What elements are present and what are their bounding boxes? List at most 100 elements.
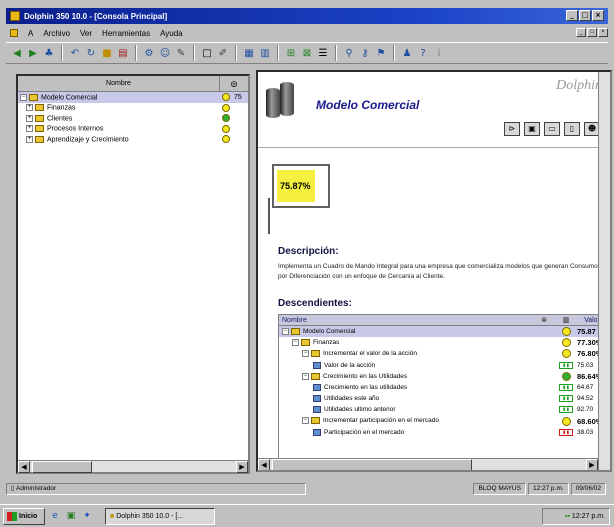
detail-hscrollbar[interactable]: ◀ ▶ [258, 458, 598, 470]
info-icon[interactable]: ℹ [432, 46, 446, 60]
list-dropdown-icon[interactable]: ☰ [316, 46, 330, 60]
row-name-cell: − Crecimiento en las Utilidades [279, 372, 555, 380]
trend-header-icon[interactable]: ▥ [555, 315, 577, 325]
tree-row[interactable]: + Clientes [18, 113, 248, 124]
bar-indicator-icon: ▮▮ [559, 428, 573, 436]
table-row[interactable]: Participación en el mercado ▮▮ 38.03 [279, 427, 607, 438]
new-icon[interactable]: □ [200, 46, 214, 60]
status-light-icon [222, 124, 230, 133]
help-icon[interactable]: ? [416, 46, 430, 60]
expand-icon[interactable]: + [26, 125, 33, 133]
back-arrow-icon[interactable]: ◀ [10, 46, 24, 60]
scroll-left-icon[interactable]: ◀ [258, 459, 270, 470]
table-row[interactable]: Crecimiento en las utilidades ▮▮ 64.67 [279, 382, 607, 393]
table-row[interactable]: Valor de la acción ▮▮ 75.03 [279, 360, 607, 371]
descendants-table[interactable]: Nombre ⊜ ▥ Valor − Modelo Comercial 75.87 … [278, 314, 608, 464]
tree-hscrollbar[interactable]: ◀ ▶ [18, 460, 248, 473]
kpi-gauge[interactable]: 75.87% [272, 164, 330, 208]
matrix-icon[interactable]: ⊠ [300, 46, 314, 60]
header-name[interactable]: Nombre [279, 315, 533, 325]
status-light-icon [561, 416, 571, 426]
tree-pane[interactable]: Nombre ⊜ − Modelo Comercial 75 + Finanzas + Cl… [16, 74, 250, 474]
table-row[interactable]: Utilidades ultimo anterior ▮▮ 92.70 [279, 404, 607, 415]
table-row[interactable]: − Crecimiento en las Utilidades 86.64% [279, 371, 607, 382]
menu-archivo[interactable]: Archivo [43, 29, 70, 38]
collapse-icon[interactable]: − [302, 372, 309, 380]
collapse-icon[interactable]: − [292, 339, 299, 347]
refresh-icon[interactable]: ↻ [84, 46, 98, 60]
folder-icon [311, 350, 320, 358]
collapse-icon[interactable]: − [282, 327, 289, 335]
taskbar-app-button[interactable]: ■ Dolphin 350 10.0 - [... [105, 507, 215, 525]
maximize-button[interactable]: □ [579, 10, 591, 21]
collapse-icon[interactable]: − [302, 417, 309, 425]
scroll-thumb[interactable] [272, 459, 472, 470]
child-close-button[interactable]: × [598, 28, 608, 37]
tree-row[interactable]: + Aprendizaje y Crecimiento [18, 134, 248, 145]
detail-pane[interactable]: Modelo Comercial Dolphin ⊳ ▣ ▭ ▯ ☻ 75.87… [256, 70, 612, 472]
collapse-icon[interactable]: − [20, 93, 27, 101]
tree-row[interactable]: + Finanzas [18, 103, 248, 114]
menu-ayuda[interactable]: Ayuda [160, 29, 183, 38]
status-light-icon [222, 103, 230, 112]
child-maximize-button[interactable]: □ [587, 28, 597, 37]
folder-open-icon[interactable]: ▭ [544, 122, 560, 136]
scroll-thumb[interactable] [32, 461, 92, 473]
expand-icon[interactable]: + [26, 114, 33, 122]
chart-icon[interactable]: ▤ [116, 46, 130, 60]
folder-icon[interactable]: ■ [100, 46, 114, 60]
document-icon[interactable]: ▯ [564, 122, 580, 136]
row-name-cell: − Modelo Comercial [279, 327, 555, 335]
browser-icon[interactable]: e [49, 510, 61, 522]
tree-icon[interactable]: ♣ [42, 46, 56, 60]
table-icon[interactable]: ⊞ [284, 46, 298, 60]
filter-icon[interactable]: ⚑ [374, 46, 388, 60]
description-text: Implementa un Cuadro de Mando Integral p… [278, 263, 598, 280]
history-icon[interactable]: ⊳ [504, 122, 520, 136]
minimize-button[interactable]: _ [566, 10, 578, 21]
table-row[interactable]: − Incrementar el valor de la acción 76.80% [279, 348, 607, 359]
tools-icon[interactable]: ✎ [174, 46, 188, 60]
menu-ver[interactable]: Ver [80, 29, 92, 38]
undo-icon[interactable]: ↶ [68, 46, 82, 60]
tree-row[interactable]: + Procesos Internos [18, 124, 248, 135]
status-header-icon[interactable]: ⊜ [533, 315, 555, 325]
users-icon[interactable]: ☺ [158, 46, 172, 60]
expand-icon[interactable]: + [26, 104, 33, 112]
table-row[interactable]: − Incrementar participación en el mercado… [279, 416, 607, 427]
tree-row[interactable]: − Modelo Comercial 75 [18, 92, 248, 103]
report-icon[interactable]: ▥ [258, 46, 272, 60]
menu-herramientas[interactable]: Herramientas [102, 29, 150, 38]
close-button[interactable]: × [592, 10, 604, 21]
expand-icon[interactable]: + [26, 135, 33, 143]
grid-icon[interactable]: ▦ [242, 46, 256, 60]
scroll-right-icon[interactable]: ▶ [236, 461, 248, 473]
column-name[interactable]: Nombre [18, 76, 220, 91]
people-icon[interactable]: ♟ [400, 46, 414, 60]
edit-icon[interactable]: ✐ [216, 46, 230, 60]
desktop-icon[interactable]: ▣ [65, 510, 77, 522]
key-icon[interactable]: ⚷ [358, 46, 372, 60]
table-row[interactable]: Utilidades este año ▮▮ 94.52 [279, 393, 607, 404]
scroll-right-icon[interactable]: ▶ [586, 459, 598, 470]
start-button[interactable]: Inicio [3, 507, 45, 525]
child-minimize-button[interactable]: _ [576, 28, 586, 37]
calendar-icon[interactable]: ▣ [524, 122, 540, 136]
scroll-left-icon[interactable]: ◀ [18, 461, 30, 473]
network-icon[interactable]: ▪▪ [565, 513, 572, 520]
link-icon[interactable]: ⚙ [142, 46, 156, 60]
document-icon[interactable] [10, 29, 18, 37]
channels-icon[interactable]: ✦ [81, 510, 93, 522]
app-icon [10, 11, 20, 21]
collapse-icon[interactable]: − [302, 350, 309, 358]
detail-vscrollbar[interactable] [598, 72, 610, 470]
forward-arrow-icon[interactable]: ▶ [26, 46, 40, 60]
network-icon[interactable]: ⚲ [342, 46, 356, 60]
status-cell [555, 371, 577, 381]
row-name-text: Incrementar el valor de la acción [323, 350, 417, 358]
table-row[interactable]: − Modelo Comercial 75.87 % [279, 326, 607, 338]
row-name-cell: Valor de la acción [279, 361, 555, 369]
folder-icon [301, 339, 310, 347]
status-column-icon[interactable]: ⊜ [220, 76, 248, 91]
table-row[interactable]: − Finanzas 77.30% [279, 337, 607, 348]
